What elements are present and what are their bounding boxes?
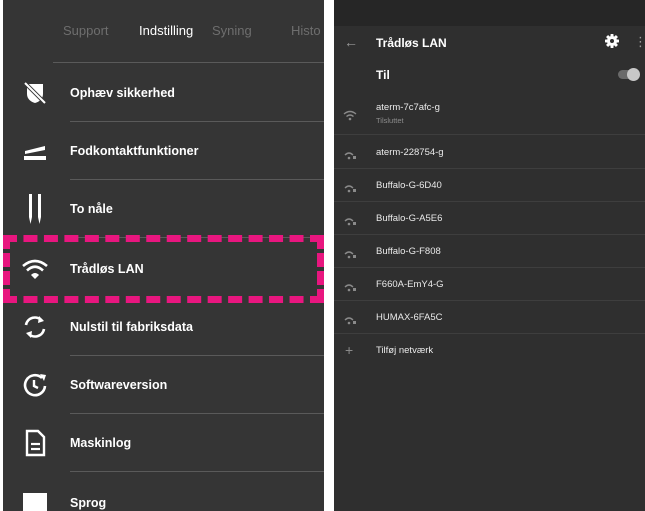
menu-item-unlock-security[interactable]: Ophæv sikkerhed	[3, 64, 324, 122]
foot-pedal-icon	[19, 135, 51, 167]
wifi-toggle-switch[interactable]	[618, 68, 640, 81]
wifi-lock-icon	[343, 214, 357, 226]
wifi-lock-icon	[343, 313, 357, 325]
tab-syning[interactable]: Syning	[212, 23, 252, 38]
network-item[interactable]: HUMAX-6FA5C	[334, 301, 645, 334]
menu-item-label: Softwareversion	[70, 378, 168, 392]
tab-indstilling[interactable]: Indstilling	[139, 23, 193, 38]
menu-item-label: Fodkontaktfunktioner	[70, 144, 199, 158]
network-item[interactable]: aterm-7c7afc-g Tilsluttet	[334, 91, 645, 135]
network-item[interactable]: Buffalo-G-F808	[334, 235, 645, 268]
app-bar: ← Trådløs LAN ⋮	[334, 26, 645, 60]
wifi-lock-icon	[343, 247, 357, 259]
tab-bar: Support Indstilling Syning Histo	[3, 0, 324, 63]
network-name: aterm-228754-g	[376, 147, 444, 158]
menu-item-software-version[interactable]: Softwareversion	[3, 356, 324, 414]
gear-icon[interactable]	[605, 34, 619, 53]
network-name: F660A-EmY4-G	[376, 279, 444, 290]
network-name: Buffalo-G-F808	[376, 246, 441, 257]
plus-icon: +	[345, 342, 354, 358]
network-item[interactable]: F660A-EmY4-G	[334, 268, 645, 301]
network-status: Tilsluttet	[376, 116, 404, 125]
network-item[interactable]: Buffalo-G-A5E6	[334, 202, 645, 235]
settings-panel: Support Indstilling Syning Histo Ophæv s…	[3, 0, 324, 511]
network-item[interactable]: aterm-228754-g	[334, 136, 645, 169]
page-title: Trådløs LAN	[376, 36, 447, 50]
network-name: Buffalo-G-A5E6	[376, 213, 443, 224]
menu-item-label: To nåle	[70, 202, 113, 216]
add-network-item[interactable]: + Tilføj netværk	[334, 334, 645, 367]
wifi-lock-icon	[343, 181, 357, 193]
back-arrow-icon[interactable]: ←	[344, 34, 358, 50]
menu-item-label: Ophæv sikkerhed	[70, 86, 175, 100]
update-icon	[19, 369, 51, 401]
menu-item-label: Nulstil til fabriksdata	[70, 320, 193, 334]
menu-item-label: Sprog	[70, 496, 107, 510]
add-network-label: Tilføj netværk	[376, 345, 434, 356]
network-item[interactable]: Buffalo-G-6D40	[334, 169, 645, 202]
toggle-knob	[627, 68, 640, 81]
twin-needle-icon	[19, 193, 51, 225]
tab-support[interactable]: Support	[63, 23, 109, 38]
menu-item-twin-needle[interactable]: To nåle	[3, 180, 324, 238]
menu-item-machine-log[interactable]: Maskinlog	[3, 414, 324, 472]
wireless-lan-screen: ← Trådløs LAN ⋮ Til aterm-7c7afc-g Tilsl…	[334, 0, 645, 511]
unlock-off-icon	[19, 77, 51, 109]
network-name: HUMAX-6FA5C	[376, 312, 443, 323]
document-icon	[19, 427, 51, 459]
more-options-icon[interactable]: ⋮	[634, 34, 645, 50]
wifi-lock-icon	[343, 148, 357, 160]
menu-item-factory-reset[interactable]: Nulstil til fabriksdata	[3, 298, 324, 356]
menu-item-language[interactable]: Sprog	[3, 474, 324, 511]
highlight-frame	[3, 235, 324, 303]
network-name: aterm-7c7afc-g	[376, 102, 440, 113]
wifi-lock-icon	[343, 280, 357, 292]
status-bar	[334, 0, 645, 26]
wifi-toggle-row[interactable]: Til	[334, 60, 645, 90]
divider	[70, 471, 324, 472]
menu-item-foot-controller[interactable]: Fodkontaktfunktioner	[3, 122, 324, 180]
menu-item-label: Maskinlog	[70, 436, 132, 450]
language-icon	[19, 487, 51, 511]
network-name: Buffalo-G-6D40	[376, 180, 442, 191]
reset-icon	[19, 311, 51, 343]
tab-divider	[53, 62, 324, 63]
tab-historik[interactable]: Histo	[291, 23, 321, 38]
toggle-label: Til	[376, 68, 390, 82]
wifi-signal-icon	[343, 108, 357, 121]
